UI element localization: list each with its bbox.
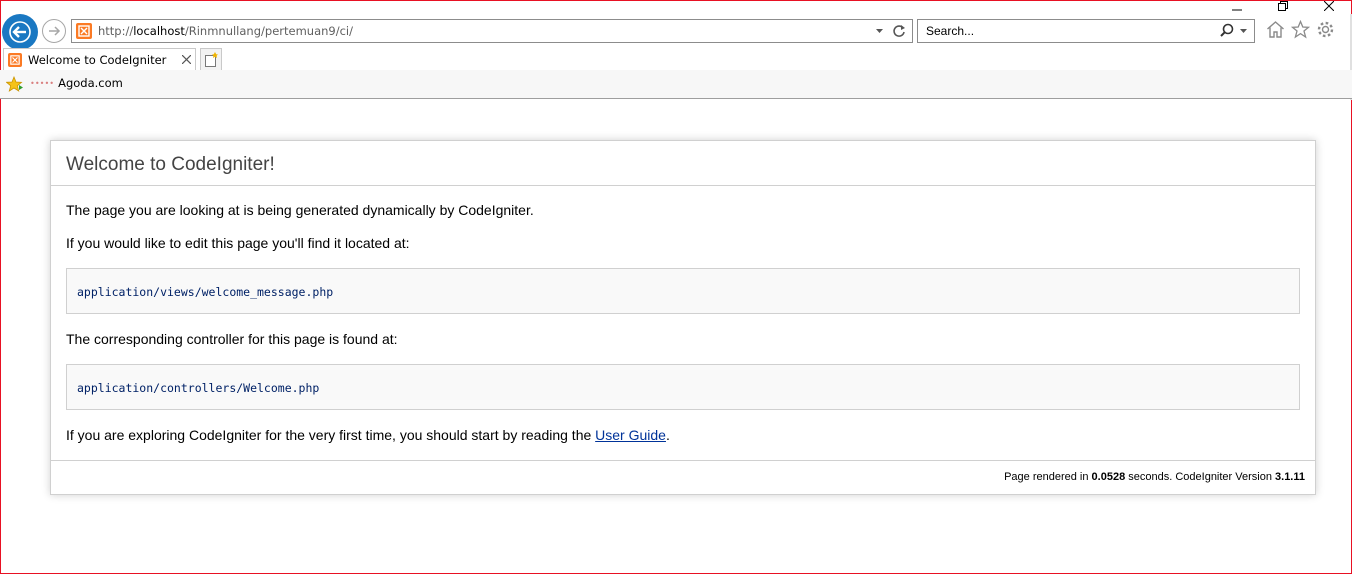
back-button[interactable] <box>2 14 38 50</box>
site-favicon-icon <box>8 52 22 67</box>
settings-button[interactable] <box>1316 20 1335 39</box>
page-title: Welcome to CodeIgniter! <box>51 141 1315 186</box>
tab-welcome[interactable]: Welcome to CodeIgniter <box>3 48 196 70</box>
star-icon <box>1291 20 1310 39</box>
address-url[interactable]: http://localhost/Rinmnullang/pertemuan9/… <box>98 24 353 38</box>
close-window-button[interactable] <box>1306 0 1352 12</box>
search-box[interactable] <box>917 19 1255 43</box>
favorite-item[interactable]: ••••• Agoda.com <box>30 76 123 90</box>
view-path-code: application/views/welcome_message.php <box>66 268 1300 314</box>
elapsed-time: 0.0528 <box>1091 471 1126 483</box>
forward-arrow-icon <box>49 26 61 36</box>
refresh-icon <box>893 25 905 37</box>
tab-bar: Welcome to CodeIgniter <box>0 48 1352 70</box>
edit-location-label: If you would like to edit this page you'… <box>66 235 410 251</box>
window-controls <box>1214 0 1352 12</box>
favorite-star-add-icon <box>5 75 23 92</box>
tab-close-button[interactable] <box>181 52 192 66</box>
user-guide-link[interactable]: User Guide <box>595 427 666 443</box>
footer-suffix: seconds. CodeIgniter Version <box>1125 471 1276 483</box>
controller-location-label: The corresponding controller for this pa… <box>66 331 398 347</box>
chevron-down-icon <box>876 29 883 33</box>
minimize-icon <box>1232 9 1242 11</box>
explore-period: . <box>665 427 670 443</box>
gear-icon <box>1317 21 1334 38</box>
home-icon <box>1267 21 1284 38</box>
welcome-container: Welcome to CodeIgniter! The page you are… <box>50 140 1316 495</box>
restore-icon <box>1278 1 1288 11</box>
favorites-bar: ••••• Agoda.com <box>0 70 1352 99</box>
add-favorite-button[interactable] <box>5 75 24 98</box>
explore-sentence: If you are exploring CodeIgniter for the… <box>66 427 596 443</box>
tab-title: Welcome to CodeIgniter <box>28 52 167 67</box>
intro-text: The page you are looking at is being gen… <box>66 202 534 218</box>
url-scheme: http:// <box>98 24 134 38</box>
url-host: localhost <box>133 24 185 38</box>
page-footer: Page rendered in 0.0528 seconds. CodeIgn… <box>51 460 1315 494</box>
search-input[interactable] <box>924 23 1208 39</box>
footer-prefix: Page rendered in <box>1004 471 1092 483</box>
search-dropdown-button[interactable] <box>1239 23 1248 44</box>
site-favicon-icon <box>76 23 92 39</box>
refresh-button[interactable] <box>892 23 906 44</box>
close-icon <box>181 54 192 65</box>
address-actions <box>875 23 906 44</box>
back-arrow-icon <box>9 21 31 43</box>
minimize-button[interactable] <box>1214 0 1260 12</box>
browser-tools <box>1266 20 1335 39</box>
forward-button[interactable] <box>42 19 66 43</box>
new-tab-icon <box>205 51 218 67</box>
restore-button[interactable] <box>1260 0 1306 12</box>
address-dropdown-button[interactable] <box>875 23 884 44</box>
favorites-button[interactable] <box>1291 20 1310 39</box>
address-bar[interactable]: http://localhost/Rinmnullang/pertemuan9/… <box>71 19 913 43</box>
home-button[interactable] <box>1266 20 1285 39</box>
version-number: 3.1.11 <box>1275 471 1305 483</box>
chevron-down-icon <box>1240 29 1247 33</box>
close-icon <box>1324 1 1334 11</box>
search-button[interactable] <box>1219 23 1235 44</box>
new-tab-button[interactable] <box>200 48 222 70</box>
url-path: /Rinmnullang/pertemuan9/ci/ <box>184 24 353 38</box>
agoda-favicon-icon: ••••• <box>30 78 55 88</box>
controller-path-code: application/controllers/Welcome.php <box>66 364 1300 410</box>
navigation-bar: http://localhost/Rinmnullang/pertemuan9/… <box>0 14 1352 50</box>
favorite-item-label: Agoda.com <box>58 76 123 90</box>
search-icon <box>1220 23 1234 37</box>
explore-text: If you are exploring CodeIgniter for the… <box>66 427 1300 443</box>
search-actions <box>1219 23 1248 44</box>
page-body: The page you are looking at is being gen… <box>51 202 1315 443</box>
